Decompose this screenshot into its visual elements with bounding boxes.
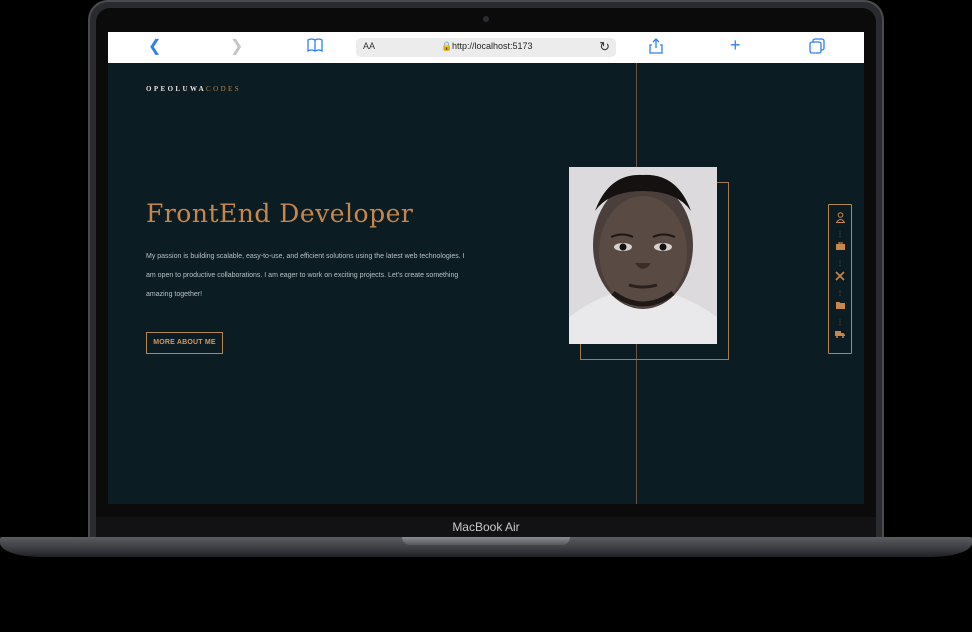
nav-separator: ⋮ xyxy=(837,261,843,267)
screen-chin: MacBook Air xyxy=(96,517,876,537)
hero-description: My passion is building scalable, easy-to… xyxy=(146,253,465,298)
tabs-icon[interactable] xyxy=(809,38,825,59)
site-logo[interactable]: OPEOLUWACODES xyxy=(146,85,241,93)
briefcase-icon[interactable] xyxy=(829,241,851,254)
forward-icon[interactable]: ❯ xyxy=(230,38,243,56)
logo-primary: OPEOLUWA xyxy=(146,85,207,93)
new-tab-icon[interactable]: + xyxy=(730,36,741,54)
bookmarks-icon[interactable] xyxy=(307,38,323,57)
user-icon[interactable] xyxy=(829,212,851,227)
profile-photo xyxy=(569,167,717,344)
share-icon[interactable] xyxy=(649,38,663,59)
url-text[interactable]: http://localhost:5173 xyxy=(452,41,533,51)
nav-separator: ⋮ xyxy=(837,291,843,297)
logo-secondary: CODES xyxy=(206,85,241,93)
device-label: MacBook Air xyxy=(452,520,520,534)
camera-icon xyxy=(483,16,489,22)
nav-separator: ⋮ xyxy=(837,320,843,326)
reload-icon[interactable]: ↻ xyxy=(599,39,610,55)
folder-icon[interactable] xyxy=(829,301,851,313)
text-size-button[interactable]: AA xyxy=(363,41,375,51)
lock-icon: 🔒 xyxy=(441,41,453,51)
truck-icon[interactable] xyxy=(829,330,851,342)
hero-title: FrontEnd Developer xyxy=(146,199,414,228)
tools-icon[interactable] xyxy=(829,271,851,285)
address-bar[interactable]: AA 🔒 http://localhost:5173 ↻ xyxy=(356,38,616,57)
portfolio-page: OPEOLUWACODES FrontEnd Developer My pass… xyxy=(108,63,864,504)
back-icon[interactable]: ❮ xyxy=(148,38,161,56)
nav-separator: ⋮ xyxy=(837,232,843,238)
more-about-me-button[interactable]: MORE ABOUT ME xyxy=(146,332,223,354)
browser-toolbar: ❮ ❯ AA 🔒 http://localhost:5173 ↻ + xyxy=(108,32,864,64)
side-navigation: ⋮ ⋮ ⋮ ⋮ xyxy=(828,204,852,354)
laptop-notch xyxy=(402,537,570,545)
